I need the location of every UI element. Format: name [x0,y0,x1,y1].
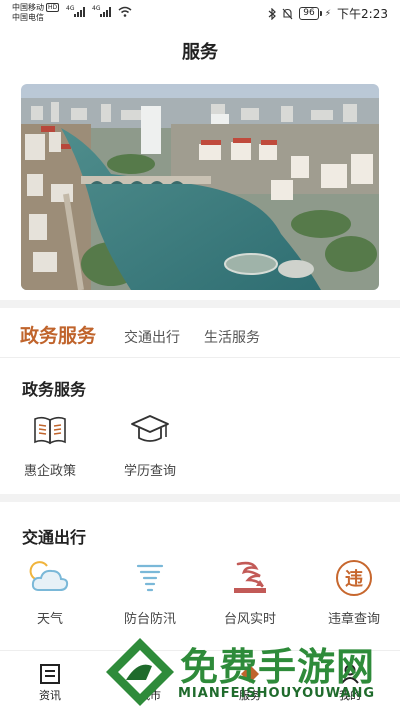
nav-item-news[interactable]: 资讯 [10,651,90,703]
nav-label: 资讯 [39,689,61,702]
signal-indicators: 4G 4G [66,5,132,17]
service-tabs: 政务服务 交通出行 生活服务 [0,318,400,358]
carrier-info: 中国移动 HD 中国电信 [12,3,60,23]
section-title-gov: 政务服务 [22,380,87,399]
grid-item-label: 学历查询 [123,464,176,479]
banner-photo [21,84,379,290]
battery-indicator: 96 [299,7,323,20]
tab-traffic[interactable]: 交通出行 [124,320,180,356]
grid-item-violation[interactable]: 违 违章查询 [314,556,394,627]
book-icon [28,408,72,452]
hd-badge: HD [46,3,60,12]
grid-item-label: 防台防汛 [123,612,176,627]
tab-gov-service[interactable]: 政务服务 [20,318,96,354]
grid-item-label: 违章查询 [327,612,380,627]
watermark-text: 免费手游网 [180,645,376,689]
weather-icon [28,556,72,600]
section-divider [0,300,400,308]
graduation-cap-icon [128,408,172,452]
status-bar: 中国移动 HD 中国电信 4G 4G 96 ⚡ 下午2:23 [0,0,400,26]
tab-life-service[interactable]: 生活服务 [204,320,260,356]
grid-item-label: 台风实时 [223,612,276,627]
bluetooth-icon [268,7,277,20]
typhoon-live-icon [228,556,272,600]
status-right: 96 ⚡ 下午2:23 [268,5,388,22]
carrier-secondary: 中国电信 [12,13,44,22]
section-divider [0,494,400,502]
news-icon [10,651,90,685]
wifi-icon [118,6,132,17]
grid-item-typhoon-live[interactable]: 台风实时 [210,556,290,627]
grid-item-label: 天气 [36,612,63,627]
grid-item-weather[interactable]: 天气 [10,556,90,627]
violation-icon: 违 [332,556,376,600]
page-title: 服务 [182,42,218,63]
grid-item-education[interactable]: 学历查询 [110,408,190,479]
typhoon-icon [128,556,172,600]
banner-image[interactable] [21,84,379,290]
watermark-logo-icon [106,638,174,706]
grid-item-label: 惠企政策 [23,464,76,479]
grid-item-policy[interactable]: 惠企政策 [10,408,90,479]
section-title-traffic: 交通出行 [22,528,87,547]
signal-icon: 4G [92,5,112,17]
grid-item-typhoon-prevention[interactable]: 防台防汛 [110,556,190,627]
watermark: 免费手游网 MIANFEISHOUYOUWANG [100,636,400,711]
signal-icon: 4G [66,5,86,17]
watermark-subtext: MIANFEISHOUYOUWANG [178,686,376,701]
mute-bell-icon [282,8,293,19]
carrier-primary: 中国移动 [12,3,44,12]
charging-icon: ⚡ [324,8,332,19]
clock: 下午2:23 [337,7,388,21]
